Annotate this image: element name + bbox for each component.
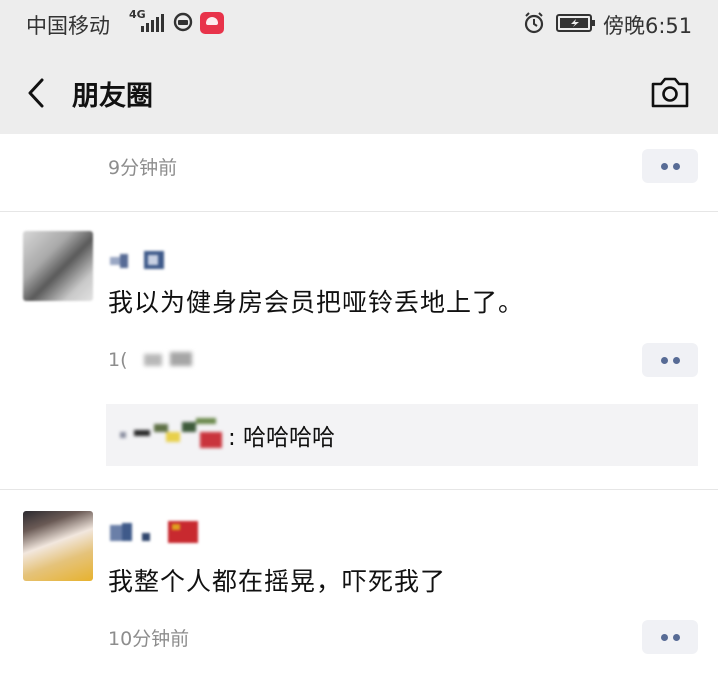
post-text: 我整个人都在摇晃，吓死我了 <box>108 567 447 596</box>
commenter-name[interactable] <box>118 418 226 448</box>
carrier-label: 中国移动 <box>26 14 110 38</box>
camera-button[interactable] <box>648 74 692 110</box>
alarm-icon <box>522 11 546 35</box>
post-text: 我以为健身房会员把哑铃丢地上了。 <box>108 288 525 317</box>
signal-icon <box>141 14 165 32</box>
comment-text: : 哈哈哈哈 <box>228 425 336 451</box>
username[interactable] <box>110 521 202 543</box>
username[interactable] <box>110 249 170 271</box>
page-title: 朋友圈 <box>72 81 153 112</box>
chevron-left-icon <box>28 78 44 108</box>
post-time-redacted <box>140 350 198 370</box>
post-time: 10分钟前 <box>108 628 190 650</box>
more-options-button[interactable] <box>642 620 698 654</box>
divider <box>0 489 718 490</box>
more-options-button[interactable] <box>642 149 698 183</box>
avatar[interactable] <box>23 511 93 581</box>
more-options-button[interactable] <box>642 343 698 377</box>
post-time: 9分钟前 <box>108 157 178 179</box>
divider <box>0 211 718 212</box>
back-button[interactable] <box>22 76 52 110</box>
battery-icon <box>556 14 596 32</box>
vpn-icon <box>172 12 194 32</box>
post-time: 1( <box>108 349 128 371</box>
clock-label: 傍晚6:51 <box>603 14 693 38</box>
avatar[interactable] <box>23 231 93 301</box>
camera-icon <box>651 77 689 108</box>
app-store-icon <box>200 12 224 34</box>
